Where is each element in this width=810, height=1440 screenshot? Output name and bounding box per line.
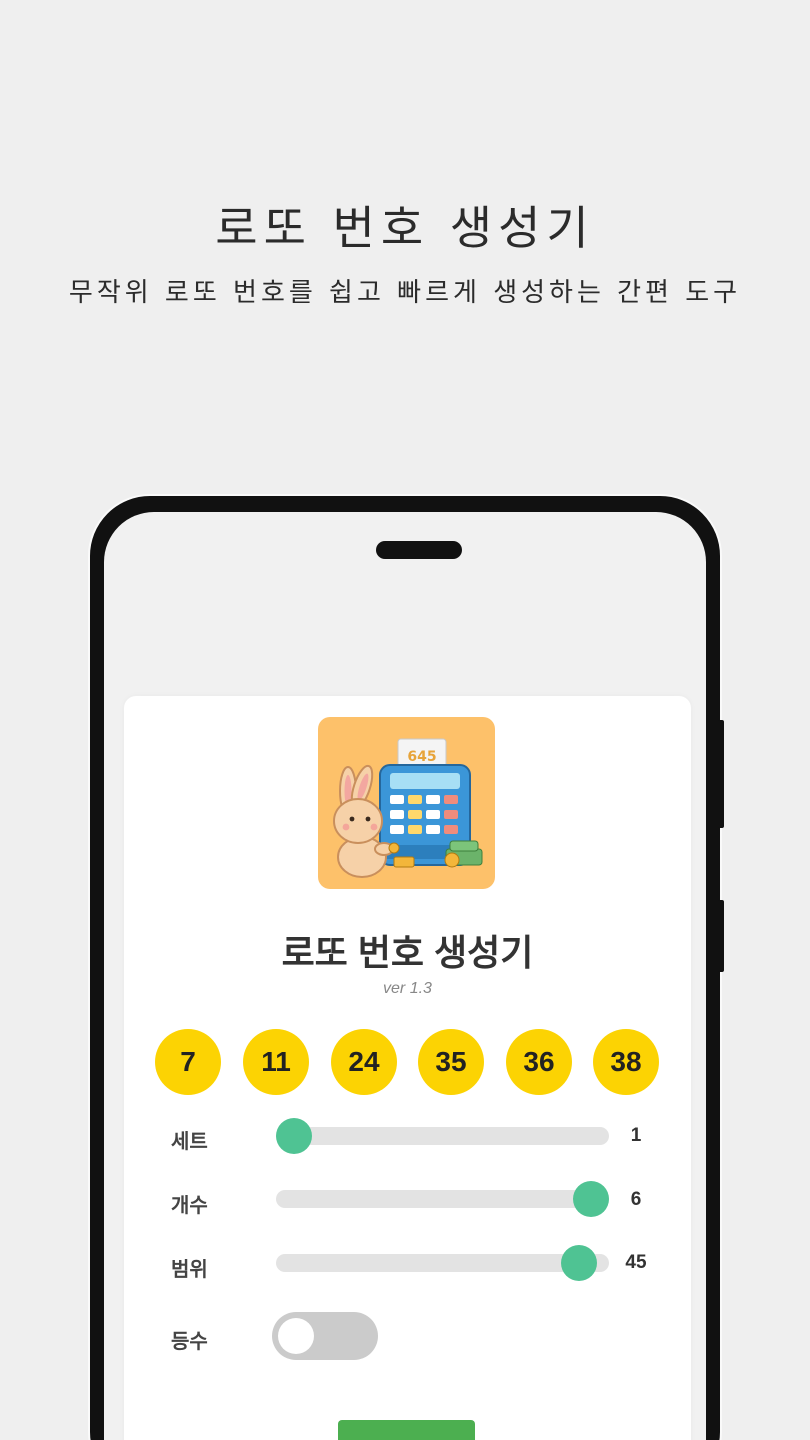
generate-button[interactable]: [338, 1420, 475, 1440]
lotto-ball: 35: [418, 1029, 484, 1095]
app-title: 로또 번호 생성기: [281, 932, 534, 973]
number-count-slider[interactable]: [276, 1181, 609, 1217]
promo-title: 로또 번호 생성기: [215, 201, 595, 255]
lotto-ball: 7: [155, 1029, 221, 1095]
phone-side-button: [718, 900, 724, 972]
number-count-slider-thumb[interactable]: [573, 1181, 609, 1217]
lotto-ball: 38: [593, 1029, 659, 1095]
range-slider-thumb[interactable]: [561, 1245, 598, 1281]
phone-notch: [376, 541, 462, 559]
rank-toggle-knob[interactable]: [278, 1318, 314, 1354]
logo-text: 645: [407, 749, 436, 765]
lotto-ball: 11: [243, 1029, 309, 1095]
lotto-balls: 7 11 24 35 36 38: [155, 1029, 661, 1095]
lotto-ball: 36: [506, 1029, 572, 1095]
lotto-ball: 24: [331, 1029, 397, 1095]
app-card: 6 45 로또 번호 생성기 ver 1.3 7 11 24 35 36 38 세…: [124, 696, 691, 1440]
set-count-value: 1: [630, 1125, 642, 1146]
range-value: 45: [625, 1252, 647, 1273]
phone-side-button: [718, 720, 724, 828]
app-logo: 645: [318, 717, 495, 889]
set-count-slider-thumb[interactable]: [276, 1118, 312, 1154]
range-slider[interactable]: [276, 1245, 609, 1281]
set-count-label: 세트: [171, 1131, 208, 1153]
rank-toggle[interactable]: [272, 1312, 378, 1360]
number-count-value: 6: [630, 1189, 642, 1210]
set-count-slider[interactable]: [276, 1118, 609, 1154]
number-count-label: 개수: [171, 1195, 208, 1217]
rank-label: 등수: [171, 1331, 208, 1353]
range-label: 범위: [171, 1259, 208, 1281]
rabbit-calculator-illustration: 645: [333, 738, 483, 878]
app-version: ver 1.3: [383, 980, 432, 997]
promo-subtitle: 무작위 로또 번호를 쉽고 빠르게 생성하는 간편 도구: [68, 278, 742, 308]
